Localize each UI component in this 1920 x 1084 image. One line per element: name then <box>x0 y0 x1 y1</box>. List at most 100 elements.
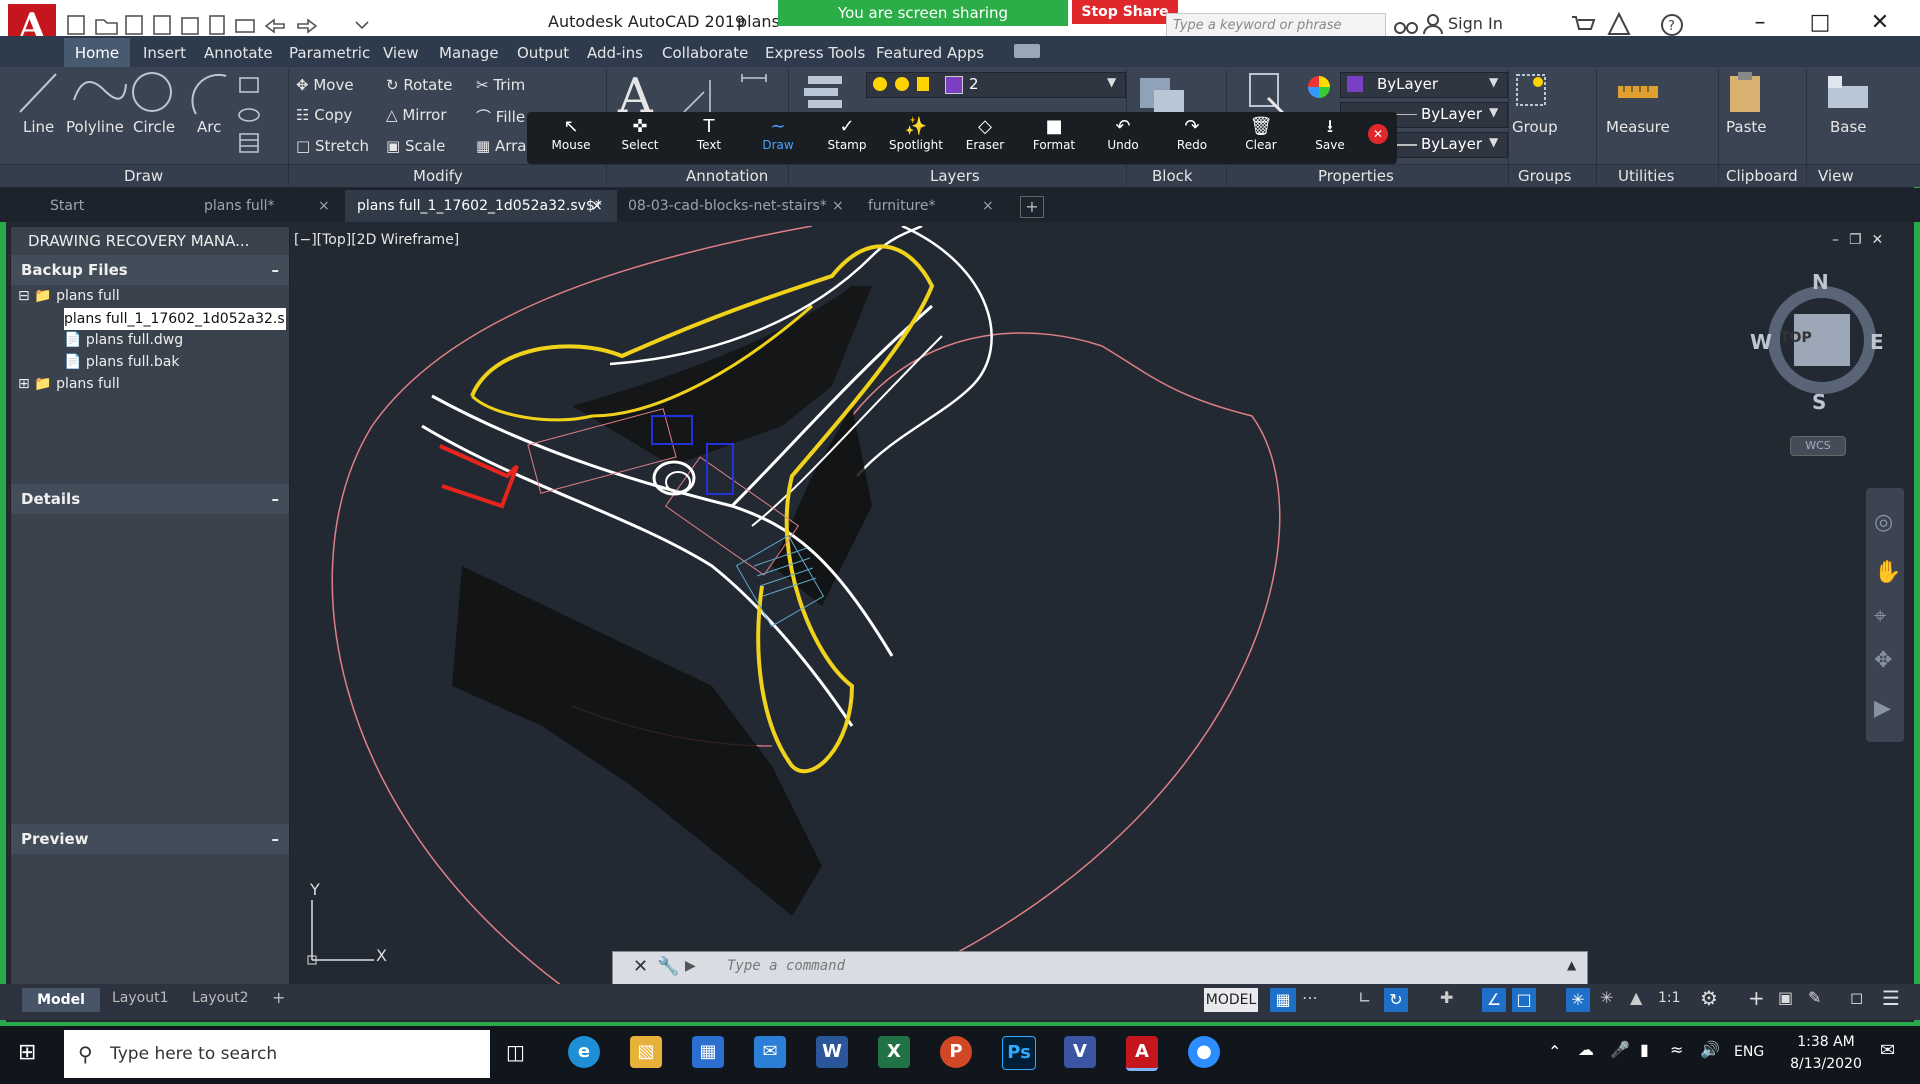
line-tool-label[interactable]: Line <box>23 118 54 136</box>
file-tab-recovery[interactable]: plans full_1_17602_1d052a32.sv$* × <box>345 190 617 222</box>
battery-icon[interactable]: ▮ <box>1640 1040 1649 1059</box>
layout-tab-model[interactable]: Model <box>22 988 100 1012</box>
steering-wheel-icon[interactable]: ◎ <box>1874 510 1893 535</box>
scale-tool[interactable]: ▣ Scale <box>386 137 445 155</box>
file-explorer-icon[interactable]: ▧ <box>630 1036 662 1068</box>
view-panel-title[interactable]: View <box>1818 167 1854 185</box>
stop-share-button[interactable]: Stop Share <box>1072 0 1178 24</box>
close-icon[interactable]: × <box>832 190 844 222</box>
tab-output[interactable]: Output <box>517 44 569 62</box>
saveas-icon[interactable] <box>153 15 171 35</box>
tab-annotate[interactable]: Annotate <box>204 44 273 62</box>
web-icon[interactable] <box>181 17 199 35</box>
binoculars-icon[interactable] <box>1394 14 1418 36</box>
tab-collaborate[interactable]: Collaborate <box>662 44 748 62</box>
base-label[interactable]: Base <box>1830 118 1867 136</box>
file-tab-plans-full[interactable]: plans full* × <box>190 190 344 222</box>
tree-node-dwg[interactable]: 📄 plans full.dwg <box>64 332 183 348</box>
circle-icon[interactable] <box>132 72 172 112</box>
mirror-tool[interactable]: △ Mirror <box>386 106 447 124</box>
tree-node-recovery-file[interactable]: plans full_1_17602_1d052a32.s <box>64 308 286 330</box>
command-prompt-icon[interactable]: ▶ <box>685 958 696 974</box>
color-wheel-icon[interactable] <box>1306 74 1332 100</box>
annot-tool-eraser[interactable]: ◇ Eraser <box>954 116 1016 162</box>
clipboard-panel-title[interactable]: Clipboard <box>1726 167 1798 185</box>
layer-dropdown[interactable]: 2 ▼ <box>866 72 1126 98</box>
open-icon[interactable] <box>95 19 118 35</box>
redo-icon[interactable] <box>297 18 318 34</box>
annot-tool-draw[interactable]: ∼ Draw <box>747 116 809 162</box>
microphone-icon[interactable]: 🎤 <box>1610 1040 1630 1059</box>
model-space-toggle[interactable]: MODEL <box>1204 988 1258 1012</box>
wifi-icon[interactable]: ≈ <box>1670 1040 1683 1059</box>
units-icon[interactable]: ▣ <box>1778 988 1793 1007</box>
task-view-icon[interactable]: ◫ <box>506 1040 525 1064</box>
paste-label[interactable]: Paste <box>1726 118 1767 136</box>
annot-tool-clear[interactable]: 🗑 Clear <box>1230 116 1292 162</box>
language-indicator[interactable]: ENG <box>1734 1044 1764 1060</box>
collapse-icon[interactable]: – <box>272 255 280 285</box>
tree-node-plans-full[interactable]: ⊟ 📁 plans full <box>18 288 120 304</box>
annotation-monitor-icon[interactable]: + <box>1748 986 1765 1010</box>
ortho-icon[interactable]: ∟ <box>1358 988 1371 1007</box>
notifications-icon[interactable]: ✉ <box>1880 1040 1895 1061</box>
autocad-taskbar-icon[interactable]: A <box>1126 1036 1158 1071</box>
polar-icon[interactable]: ↻ <box>1384 988 1408 1012</box>
workspace-gear-icon[interactable]: ⚙ <box>1700 986 1718 1010</box>
grid-icon[interactable]: ▦ <box>1270 988 1296 1012</box>
zoom-extents-icon[interactable]: ⌖ <box>1874 604 1886 629</box>
details-header[interactable]: Details – <box>11 484 289 514</box>
wcs-menu[interactable]: WCS <box>1790 436 1846 456</box>
annot-tool-format[interactable]: ■ Format <box>1023 116 1085 162</box>
layer-properties-icon[interactable] <box>800 72 860 116</box>
file-tab-stairs[interactable]: 08-03-cad-blocks-net-stairs* × <box>616 190 858 222</box>
volume-icon[interactable]: 🔊 <box>1700 1040 1720 1059</box>
layout-tab-layout1[interactable]: Layout1 <box>112 990 169 1006</box>
close-icon[interactable]: ✕ <box>633 956 648 977</box>
tab-add-ins[interactable]: Add-ins <box>587 44 643 62</box>
tree-node-bak[interactable]: 📄 plans full.bak <box>64 354 179 370</box>
tab-manage[interactable]: Manage <box>439 44 499 62</box>
new-tab-button[interactable]: + <box>1020 196 1044 218</box>
annot-tool-text[interactable]: T Text <box>678 116 740 162</box>
dimension-icon[interactable] <box>683 80 711 114</box>
excel-icon[interactable]: X <box>878 1036 910 1068</box>
compass-north[interactable]: N <box>1812 270 1829 294</box>
onedrive-icon[interactable]: ☁ <box>1578 1040 1594 1059</box>
windows-start-icon[interactable]: ⊞ <box>18 1040 36 1065</box>
tab-featured-apps[interactable]: Featured Apps <box>876 44 984 62</box>
rectangle-icon[interactable] <box>239 77 259 93</box>
sign-in-link[interactable]: Sign In <box>1448 14 1503 33</box>
annotation-panel-title[interactable]: Annotation <box>686 167 768 185</box>
paste-icon[interactable] <box>1726 70 1766 116</box>
annotation-scale-icon[interactable]: ▲ <box>1630 988 1642 1007</box>
annot-tool-mouse[interactable]: ↖ Mouse <box>540 116 602 162</box>
command-input[interactable]: Type a command <box>727 958 845 974</box>
save-icon[interactable] <box>125 15 143 35</box>
store-icon[interactable]: ▦ <box>692 1036 724 1068</box>
compass-east[interactable]: E <box>1870 330 1884 354</box>
group-label[interactable]: Group <box>1512 118 1558 136</box>
quick-access-toolbar[interactable] <box>66 12 386 38</box>
annot-tool-save[interactable]: ⭳ Save <box>1299 116 1361 162</box>
tree-node-plans-full-2[interactable]: ⊞ 📁 plans full <box>18 376 120 392</box>
block-panel-title[interactable]: Block <box>1152 167 1193 185</box>
compass-south[interactable]: S <box>1812 390 1826 414</box>
new-icon[interactable] <box>67 15 85 35</box>
edge-icon[interactable]: e <box>568 1036 600 1068</box>
file-tab-start[interactable]: Start <box>36 190 190 222</box>
move-tool[interactable]: ✥ Move <box>296 76 354 94</box>
backup-files-header[interactable]: Backup Files – <box>11 255 289 285</box>
viewcube-top-label[interactable]: TOP <box>1780 330 1812 346</box>
customization-menu-icon[interactable]: ☰ <box>1882 986 1900 1010</box>
stretch-tool[interactable]: □ Stretch <box>296 137 369 155</box>
fillet-tool[interactable]: ⌒ Fille <box>476 106 525 127</box>
quick-properties-icon[interactable]: ✎ <box>1808 988 1821 1007</box>
plot-icon[interactable] <box>209 15 225 35</box>
tab-parametric[interactable]: Parametric <box>289 44 370 62</box>
isodraft-icon[interactable]: ✚ <box>1440 988 1453 1007</box>
user-icon[interactable] <box>1422 13 1444 35</box>
photoshop-icon[interactable]: Ps <box>1002 1036 1036 1070</box>
annot-tool-spotlight[interactable]: ✨ Spotlight <box>885 116 947 162</box>
ribbon-toggle-icon[interactable] <box>1014 44 1040 58</box>
